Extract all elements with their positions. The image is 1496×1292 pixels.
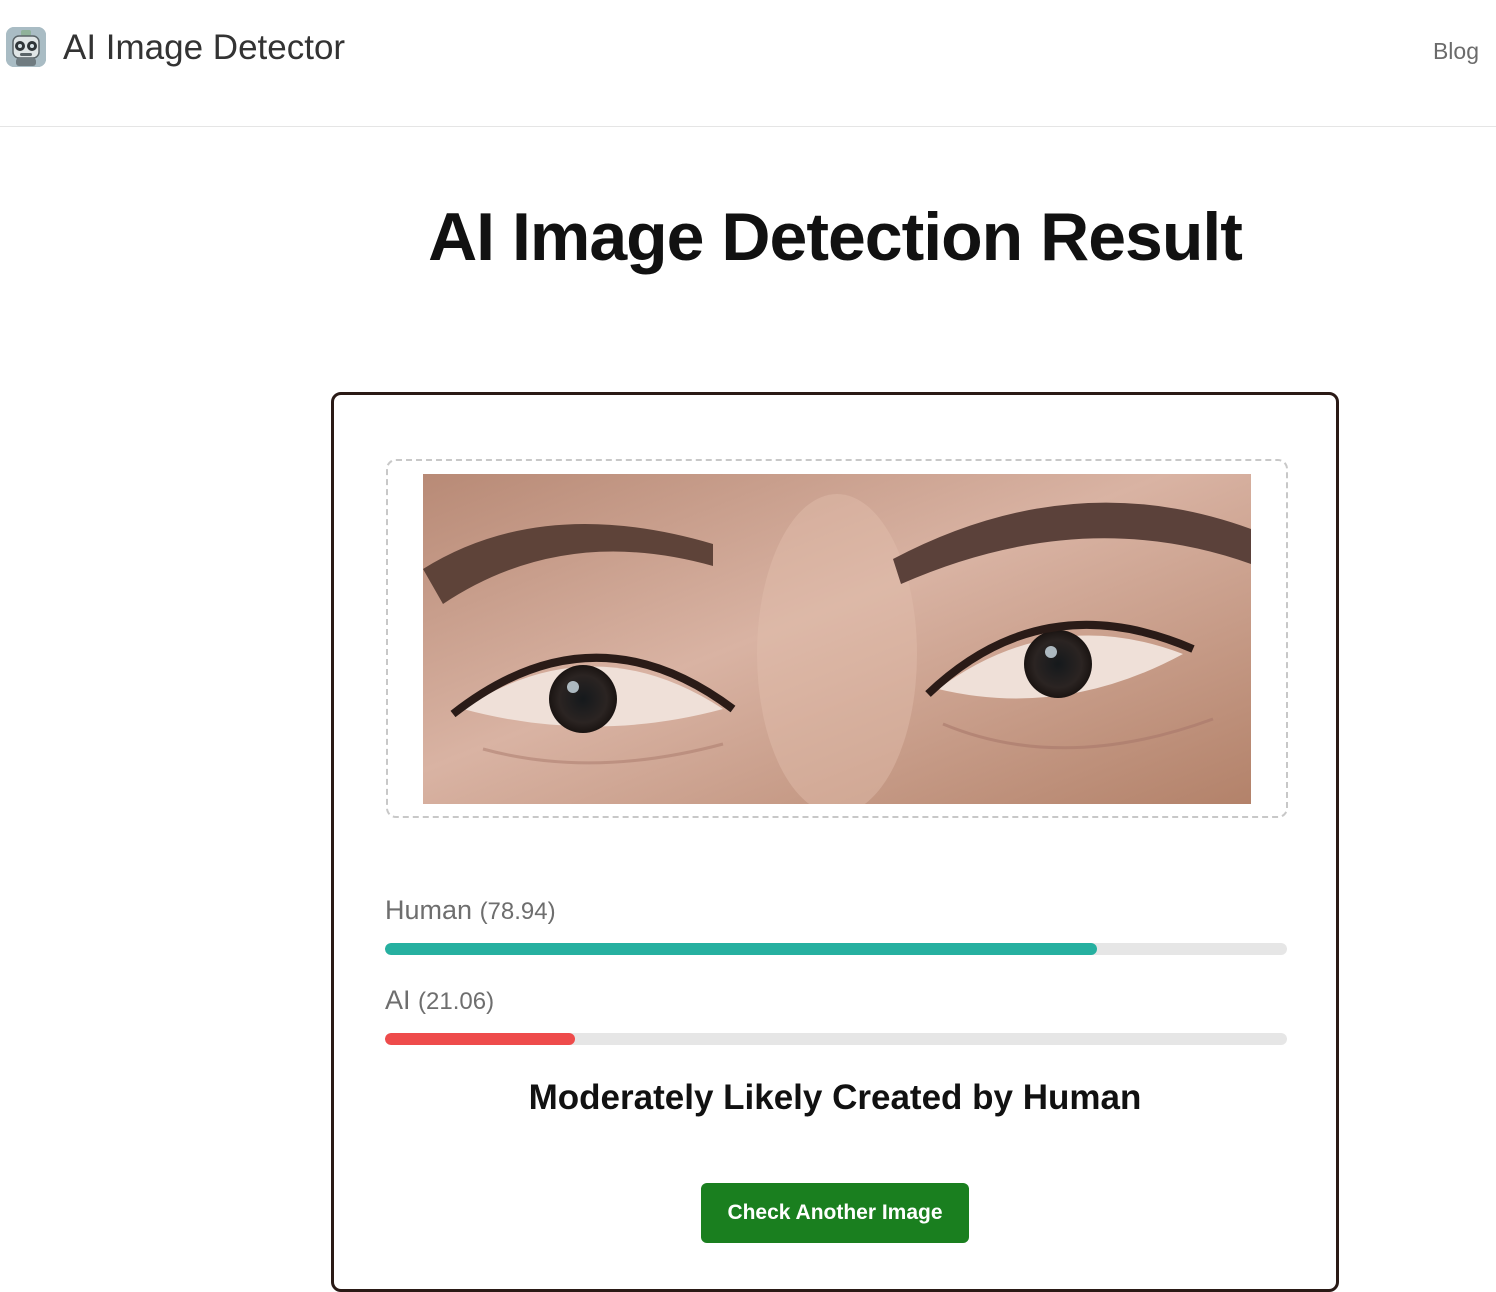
ai-score-bar: [385, 1033, 1287, 1045]
human-score-bar-fill: [385, 943, 1098, 955]
result-card: Human (78.94) AI (21.06) Moderately Like…: [331, 392, 1339, 1292]
check-another-image-button[interactable]: Check Another Image: [701, 1183, 969, 1243]
human-score-label: Human (78.94): [385, 894, 556, 928]
ai-score-label: AI (21.06): [385, 984, 494, 1018]
image-preview-frame: [386, 459, 1288, 818]
ai-label: AI: [385, 985, 411, 1015]
human-label: Human: [385, 895, 473, 925]
verdict-text: Moderately Likely Created by Human: [528, 1078, 1142, 1117]
ai-score-bar-fill: [385, 1033, 575, 1045]
top-header: AI Image Detector Blog: [0, 0, 1496, 127]
ai-score-value: (21.06): [418, 988, 495, 1015]
human-score-value: (78.94): [479, 898, 556, 925]
app-title[interactable]: AI Image Detector: [63, 26, 345, 70]
nav-blog-link[interactable]: Blog: [1433, 36, 1479, 66]
preview-image: [423, 474, 1251, 804]
robot-icon[interactable]: [6, 27, 46, 67]
page-title: AI Image Detection Result: [428, 199, 1243, 275]
human-score-bar: [385, 943, 1287, 955]
